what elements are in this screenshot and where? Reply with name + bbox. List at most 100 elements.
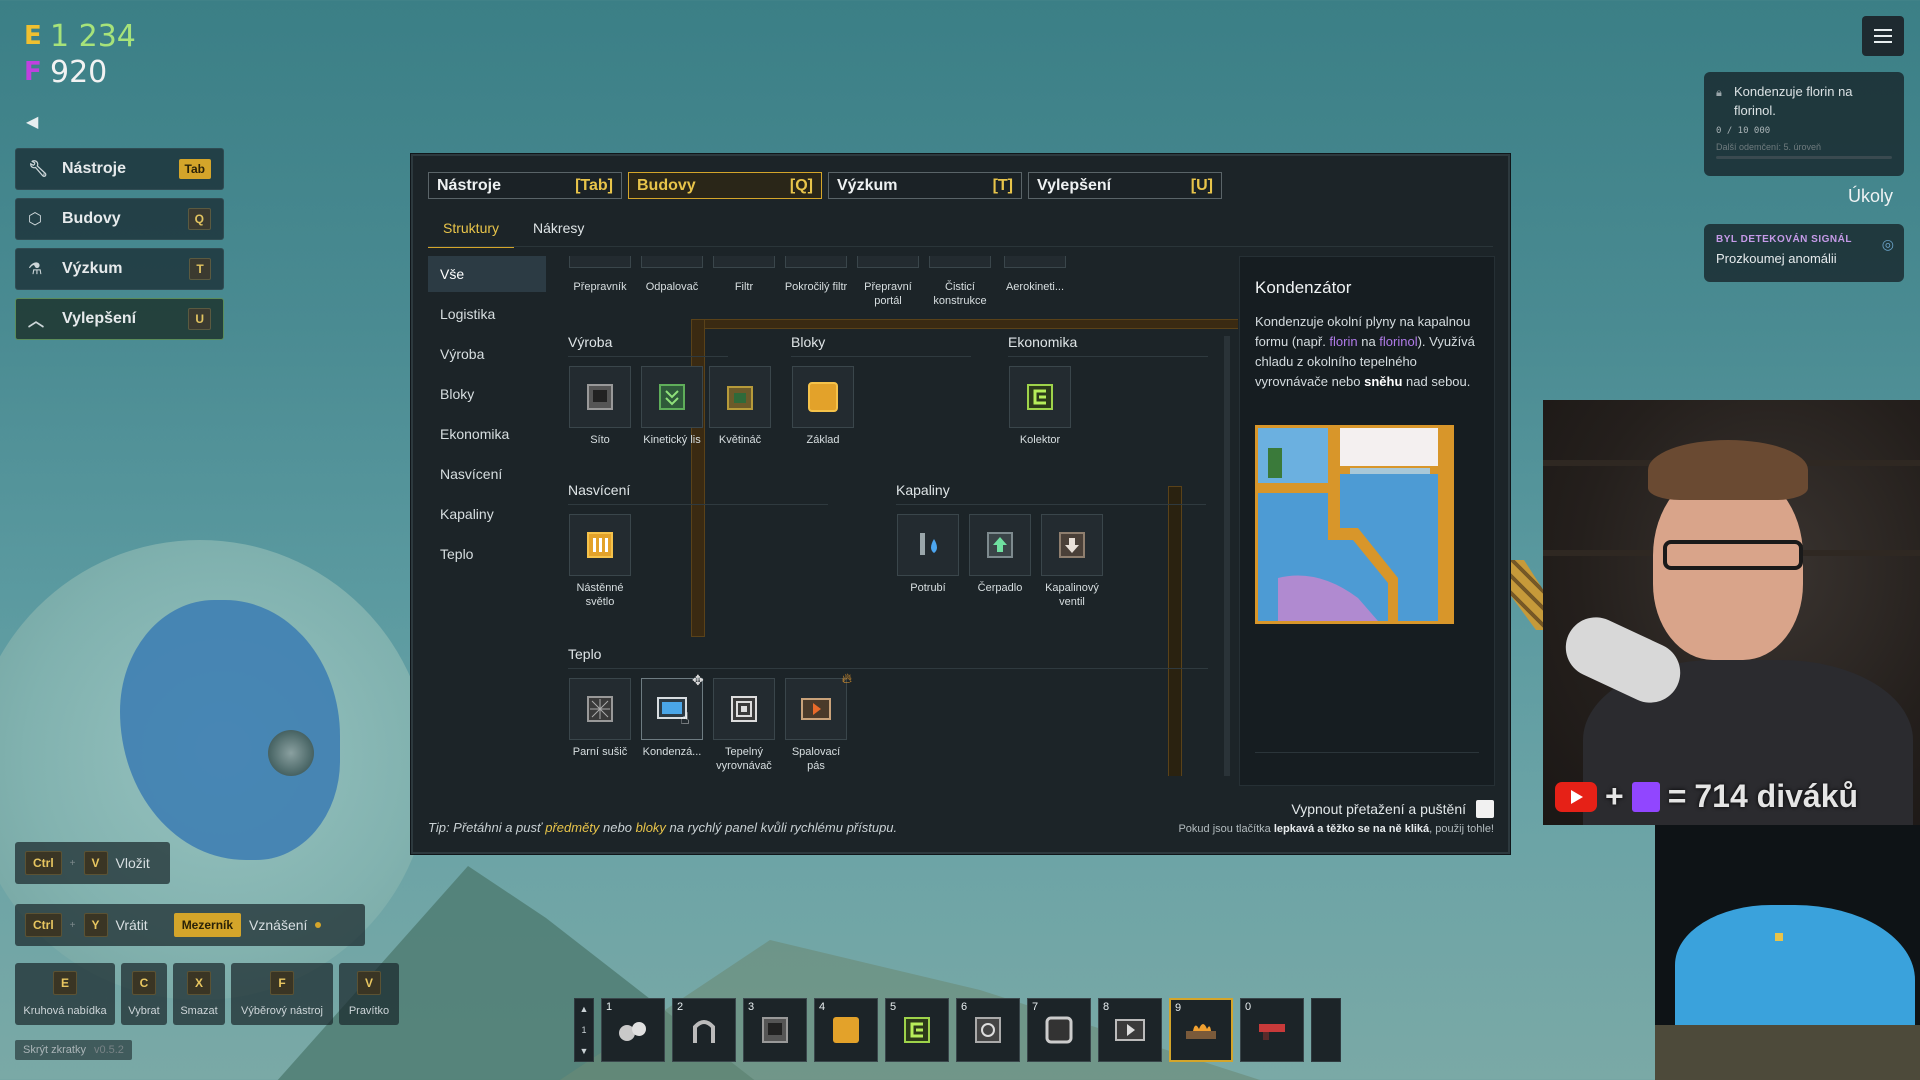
gun-icon	[1259, 1024, 1285, 1040]
desc-text: nad sebou.	[1402, 374, 1471, 389]
tool-label: Smazat	[180, 1005, 218, 1017]
category-lighting[interactable]: Nasvícení	[428, 456, 546, 492]
menu-tools[interactable]: 🔧︎ Nástroje Tab	[15, 148, 224, 190]
location-pin-icon: ◎	[1881, 236, 1894, 252]
category-list: Vše Logistika Výroba Bloky Ekonomika Nas…	[428, 256, 546, 576]
hotbar-slot-0[interactable]: 0	[1240, 998, 1304, 1062]
category-heat[interactable]: Teplo	[428, 536, 546, 572]
subtab-blueprints[interactable]: Nákresy	[518, 208, 599, 248]
hotbar-slot-2[interactable]: 2	[672, 998, 736, 1062]
section-title: Ekonomika	[1008, 334, 1078, 350]
page-number: 1	[581, 1024, 587, 1035]
building-label: Potrubí	[910, 582, 946, 594]
tab-label: Výzkum	[837, 176, 898, 194]
category-blocks[interactable]: Bloky	[428, 376, 546, 412]
page-up-icon[interactable]: ▲	[580, 1004, 589, 1014]
building-item[interactable]: Kolektor	[1008, 366, 1072, 447]
tab-research[interactable]: Výzkum [T]	[828, 172, 1022, 199]
tool-ruler[interactable]: V Pravítko	[339, 963, 399, 1025]
hotbar-slot-6[interactable]: 6	[956, 998, 1020, 1062]
building-label: Kolektor	[1019, 434, 1061, 446]
hide-shortcuts-button[interactable]: Skrýt zkratky v0.5.2	[15, 1040, 132, 1060]
building-item[interactable]: Parní sušič	[568, 678, 632, 759]
building-item[interactable]: Filtr	[712, 256, 776, 294]
building-item[interactable]: Přepravník	[568, 256, 632, 294]
building-item[interactable]: Potrubí	[896, 514, 960, 595]
minimap[interactable]	[1655, 825, 1920, 1080]
hotbar-slot-9[interactable]: 9	[1169, 998, 1233, 1062]
hotbar-slot-7[interactable]: 7	[1027, 998, 1091, 1062]
building-grid: Přepravník Odpalovač Filtr Pokročilý fil…	[558, 256, 1238, 776]
tab-tools[interactable]: Nástroje [Tab]	[428, 172, 622, 199]
collector-icon	[904, 1017, 930, 1043]
slot-number: 2	[677, 1001, 684, 1013]
building-preview-image	[1255, 425, 1454, 624]
building-label: Síto	[590, 434, 610, 446]
conveyor-rail	[691, 319, 1238, 329]
cleaner-icon	[929, 256, 991, 268]
collapse-left-icon[interactable]: ◀	[26, 112, 38, 132]
building-item[interactable]: Kinetický lis	[640, 366, 704, 447]
liquid-valve-icon	[1041, 514, 1103, 576]
building-item[interactable]: Pokročilý filtr	[784, 256, 848, 294]
building-label: Kinetický lis	[643, 434, 701, 446]
menu-research[interactable]: ⚗︎ Výzkum T	[15, 248, 224, 290]
menu-upgrades[interactable]: ︿ Vylepšení U	[15, 298, 224, 340]
page-down-icon[interactable]: ▼	[580, 1046, 589, 1056]
building-item[interactable]: Aerokineti...	[1000, 256, 1070, 294]
scrollbar[interactable]	[1224, 336, 1230, 776]
building-item[interactable]: Čerpadlo	[968, 514, 1032, 595]
hotbar-slot-3[interactable]: 3	[743, 998, 807, 1062]
tool-delete[interactable]: X Smazat	[173, 963, 225, 1025]
tasks-heading[interactable]: Úkoly	[1848, 186, 1893, 207]
desc-text: na	[1357, 334, 1380, 349]
left-menu: 🔧︎ Nástroje Tab ⬡ Budovy Q ⚗︎ Výzkum T ︿…	[15, 148, 224, 348]
hamburger-menu-button[interactable]	[1862, 16, 1904, 56]
section-title: Výroba	[568, 334, 613, 350]
tool-radial-menu[interactable]: E Kruhová nabídka	[15, 963, 115, 1025]
building-item[interactable]: Nástěnné světlo	[568, 514, 632, 609]
building-item[interactable]: Síto	[568, 366, 632, 447]
subtab-structures[interactable]: Struktury	[428, 208, 515, 248]
menu-key: T	[189, 258, 211, 280]
tab-buildings[interactable]: Budovy [Q]	[628, 172, 822, 199]
energy-value: 1 234	[50, 18, 136, 54]
hotbar-slot-1[interactable]: 1	[601, 998, 665, 1062]
section-title: Bloky	[791, 334, 826, 350]
category-all[interactable]: Vše	[428, 256, 546, 292]
building-item-condenser[interactable]: ☝︎ ✥ Kondenzá...	[640, 673, 704, 759]
building-item[interactable]: Kapalinový ventil	[1040, 514, 1104, 609]
tool-selection[interactable]: F Výběrový nástroj	[231, 963, 333, 1025]
drag-drop-toggle[interactable]: Vypnout přetažení a puštění	[1291, 800, 1494, 818]
drag-drop-checkbox[interactable]	[1476, 800, 1494, 818]
building-item[interactable]: Přepravní portál	[856, 256, 920, 308]
building-item[interactable]: Čisticí konstrukce	[928, 256, 992, 308]
category-economy[interactable]: Ekonomika	[428, 416, 546, 452]
hotbar-extra[interactable]	[1311, 998, 1341, 1062]
tool-select[interactable]: C Vybrat	[121, 963, 167, 1025]
category-production[interactable]: Výroba	[428, 336, 546, 372]
category-logistics[interactable]: Logistika	[428, 296, 546, 332]
hotbar-slot-4[interactable]: 4	[814, 998, 878, 1062]
building-item[interactable]: Odpalovač	[640, 256, 704, 294]
quest-card[interactable]: 🔒︎ Kondenzuje florin na florinol. 0 / 10 …	[1704, 72, 1904, 176]
shortcut-label: Vrátit	[115, 917, 148, 933]
key-y: Y	[83, 913, 108, 937]
hotbar-slot-5[interactable]: 5	[885, 998, 949, 1062]
florin-f-icon: F	[24, 57, 42, 87]
signal-card[interactable]: BYL DETEKOVÁN SIGNÁL Prozkoumej anomálii…	[1704, 224, 1904, 282]
building-item[interactable]: Základ	[791, 366, 855, 447]
category-liquids[interactable]: Kapaliny	[428, 496, 546, 532]
hotbar-page-switcher[interactable]: ▲ 1 ▼	[574, 998, 594, 1062]
divider	[896, 504, 1206, 505]
tab-upgrades[interactable]: Vylepšení [U]	[1028, 172, 1222, 199]
building-label: Přepravní portál	[864, 281, 912, 307]
building-item[interactable]: Tepelný vyrovnávač	[712, 678, 776, 773]
building-item[interactable]: 🔥︎ Spalovací pás	[784, 671, 852, 773]
shortcut-paste: Ctrl + V Vložit	[15, 842, 170, 884]
dryer-icon	[1115, 1019, 1145, 1041]
building-item[interactable]: Květináč	[708, 366, 772, 447]
rocks-icon	[619, 1022, 646, 1041]
hotbar-slot-8[interactable]: 8	[1098, 998, 1162, 1062]
menu-buildings[interactable]: ⬡ Budovy Q	[15, 198, 224, 240]
